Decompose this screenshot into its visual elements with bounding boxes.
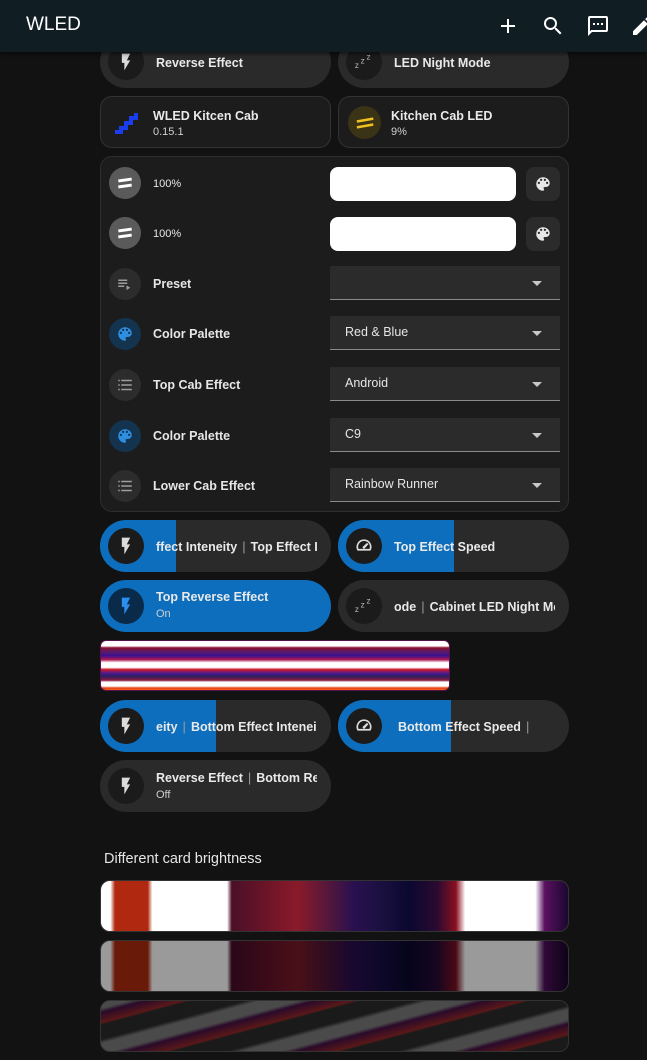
select-value: Android bbox=[345, 376, 389, 390]
preset-row: Preset bbox=[101, 260, 568, 308]
pill-entity: Bottom Effect Intenei bbox=[190, 720, 317, 734]
effect-select[interactable]: Android bbox=[330, 367, 560, 401]
led-strip-icon bbox=[348, 106, 381, 139]
color-swatch[interactable] bbox=[330, 217, 516, 251]
lightning-icon bbox=[108, 588, 144, 624]
palette-select[interactable]: Red & Blue bbox=[330, 316, 560, 350]
bottom-intensity-slider[interactable]: eity | Bottom Effect Intenei bbox=[100, 700, 331, 752]
separator: | bbox=[242, 539, 246, 554]
row-label: Preset bbox=[153, 277, 192, 291]
section-title: Different card brightness bbox=[104, 851, 262, 867]
night-mode-toggle[interactable]: zzz ode | Cabinet LED Night Mo bbox=[338, 580, 569, 632]
search-icon[interactable] bbox=[541, 14, 565, 38]
device-tile-wled[interactable]: WLED Kitcen Cab 0.15.1 bbox=[100, 96, 331, 148]
chevron-down-icon bbox=[532, 483, 542, 488]
led-strip-icon bbox=[109, 217, 141, 249]
svg-text:z: z bbox=[367, 597, 371, 606]
segment-row-1: 100% bbox=[101, 159, 568, 207]
palette-icon bbox=[109, 420, 141, 452]
device-tile-kitchen-led[interactable]: Kitchen Cab LED 9% bbox=[338, 96, 569, 148]
select-value: C9 bbox=[345, 427, 361, 441]
pill-name: Top Reverse Effect bbox=[156, 590, 269, 604]
pill-name: ode bbox=[394, 600, 417, 614]
chevron-down-icon bbox=[532, 281, 542, 286]
chat-icon[interactable] bbox=[586, 14, 610, 38]
chevron-down-icon bbox=[532, 433, 542, 438]
color-palette-row-2: Color Palette C9 bbox=[101, 412, 568, 460]
bottom-speed-slider[interactable]: Bottom Effect Speed | bbox=[338, 700, 569, 752]
brightness-value: 100% bbox=[153, 178, 182, 190]
effect-select[interactable]: Rainbow Runner bbox=[330, 468, 560, 502]
select-value: Red & Blue bbox=[345, 325, 409, 339]
palette-icon bbox=[109, 318, 141, 350]
led-strip-icon bbox=[109, 167, 141, 199]
pill-entity: Top Effect In bbox=[250, 540, 317, 554]
svg-text:z: z bbox=[361, 57, 365, 66]
lightning-icon bbox=[108, 708, 144, 744]
separator: | bbox=[182, 719, 186, 734]
top-intensity-slider[interactable]: ffect Inteneity | Top Effect In bbox=[100, 520, 331, 572]
bottom-reverse-toggle[interactable]: Reverse Effect | Bottom Re Off bbox=[100, 760, 331, 812]
device-name: WLED Kitcen Cab bbox=[153, 109, 259, 123]
svg-text:z: z bbox=[355, 61, 359, 70]
wled-logo-icon bbox=[113, 109, 139, 135]
pill-name: Bottom Effect Speed bbox=[398, 720, 521, 734]
palette-icon[interactable] bbox=[526, 217, 560, 251]
card-brightness-stripe-diagonal bbox=[100, 1000, 569, 1052]
pill-name: Reverse Effect bbox=[156, 56, 243, 70]
pill-name: LED Night Mode bbox=[394, 56, 491, 70]
separator: | bbox=[525, 719, 530, 734]
plus-icon[interactable] bbox=[496, 14, 520, 38]
chevron-down-icon bbox=[532, 382, 542, 387]
select-value: Rainbow Runner bbox=[345, 477, 439, 491]
top-speed-slider[interactable]: Top Effect Speed bbox=[338, 520, 569, 572]
pill-name: eity bbox=[156, 720, 178, 734]
app-title: WLED bbox=[26, 14, 81, 35]
lower-cab-effect-row: Lower Cab Effect Rainbow Runner bbox=[101, 462, 568, 510]
row-label: Top Cab Effect bbox=[153, 378, 241, 392]
speedometer-icon bbox=[346, 708, 382, 744]
color-swatch[interactable] bbox=[330, 167, 516, 201]
device-version: 0.15.1 bbox=[153, 126, 184, 138]
controls-card: 100% 100% Preset Color Palette Red & Blu… bbox=[100, 156, 569, 512]
led-preview-stripe bbox=[100, 640, 450, 691]
segment-row-2: 100% bbox=[101, 209, 568, 257]
list-icon bbox=[109, 369, 141, 401]
pill-entity: Cabinet LED Night Mo bbox=[429, 600, 555, 614]
pill-name: Top Effect Speed bbox=[394, 540, 496, 554]
pill-entity: Bottom Re bbox=[256, 771, 317, 785]
brightness-value: 100% bbox=[153, 228, 182, 240]
chevron-down-icon bbox=[532, 331, 542, 336]
color-palette-row-1: Color Palette Red & Blue bbox=[101, 310, 568, 358]
card-brightness-stripe-dim bbox=[100, 940, 569, 992]
playlist-icon bbox=[109, 268, 141, 300]
toggle-state: Off bbox=[156, 789, 171, 801]
sleep-icon: zzz bbox=[346, 588, 382, 624]
separator: | bbox=[421, 599, 425, 614]
device-name: Kitchen Cab LED bbox=[391, 109, 493, 123]
row-label: Color Palette bbox=[153, 429, 231, 443]
svg-text:z: z bbox=[367, 53, 371, 62]
pill-name: ffect Inteneity bbox=[156, 540, 238, 554]
row-label: Color Palette bbox=[153, 327, 231, 341]
palette-icon[interactable] bbox=[526, 167, 560, 201]
toggle-state: On bbox=[156, 608, 171, 620]
palette-select[interactable]: C9 bbox=[330, 418, 560, 452]
svg-text:z: z bbox=[355, 605, 359, 614]
pill-name: Reverse Effect bbox=[156, 771, 243, 785]
preset-select[interactable] bbox=[330, 266, 560, 300]
top-reverse-toggle[interactable]: Top Reverse Effect On bbox=[100, 580, 331, 632]
card-brightness-stripe-full bbox=[100, 880, 569, 932]
device-brightness: 9% bbox=[391, 126, 407, 138]
svg-text:z: z bbox=[361, 601, 365, 610]
list-icon bbox=[109, 470, 141, 502]
row-label: Lower Cab Effect bbox=[153, 479, 256, 493]
top-app-bar: WLED bbox=[0, 0, 647, 52]
speedometer-icon bbox=[346, 528, 382, 564]
pencil-icon[interactable] bbox=[630, 14, 647, 38]
lightning-icon bbox=[108, 768, 144, 804]
lightning-icon bbox=[108, 528, 144, 564]
separator: | bbox=[247, 770, 252, 785]
top-cab-effect-row: Top Cab Effect Android bbox=[101, 361, 568, 409]
